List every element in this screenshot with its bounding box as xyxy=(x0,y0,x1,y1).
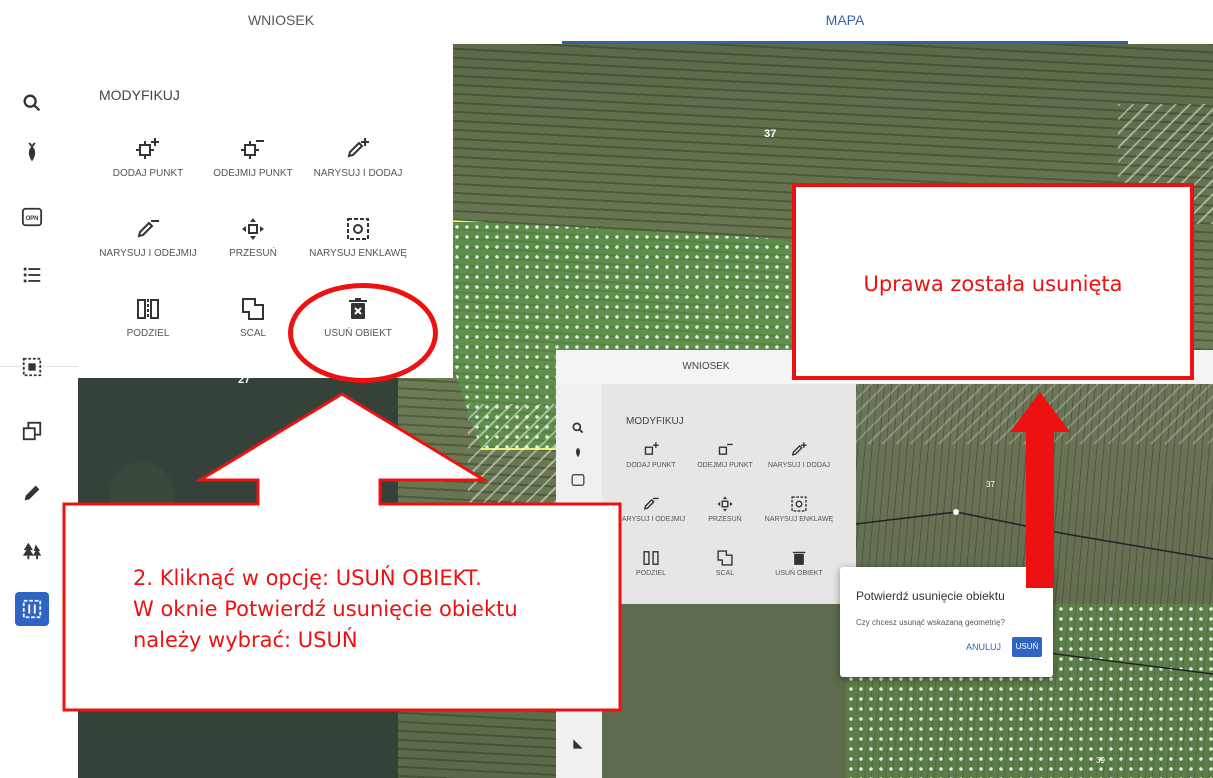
inset-tool: PRZESUŃ xyxy=(690,494,760,524)
pencil-icon[interactable] xyxy=(15,476,49,510)
instruction-callout xyxy=(62,392,622,712)
inset-tool: ODEJMIJ PUNKT xyxy=(690,440,760,470)
confirm-delete-button[interactable]: USUŃ xyxy=(1012,637,1042,657)
result-callout: Uprawa została usunięta xyxy=(792,183,1194,380)
measure-icon[interactable] xyxy=(15,592,49,626)
inset-panel-title: MODYFIKUJ xyxy=(626,416,684,427)
split-button[interactable]: PODZIEL xyxy=(98,294,198,339)
add-point-button[interactable]: DODAJ PUNKT xyxy=(98,134,198,179)
tool-label: NARYSUJ I ODEJMIJ xyxy=(99,248,197,259)
split-icon xyxy=(616,548,686,568)
opn-icon[interactable]: OPN xyxy=(15,200,49,234)
search-icon[interactable] xyxy=(15,86,49,120)
tool-label: NARYSUJ I DODAJ xyxy=(313,168,403,179)
instruction-text: 2. Kliknąć w opcję: USUŃ OBIEKT. W oknie… xyxy=(133,563,603,656)
cancel-button[interactable]: ANULUJ xyxy=(966,642,1001,652)
measure-icon xyxy=(568,734,588,754)
top-tabs: WNIOSEK MAPA xyxy=(0,0,1213,44)
draw-add-icon xyxy=(764,440,834,460)
remove-point-icon xyxy=(690,440,760,460)
split-icon xyxy=(98,294,198,324)
add-point-icon xyxy=(98,134,198,164)
draw-enclave-button[interactable]: NARYSUJ ENKLAWĘ xyxy=(308,214,408,259)
draw-add-button[interactable]: NARYSUJ I DODAJ xyxy=(308,134,408,179)
dialog-text: Czy chcesz usunąć wskazaną geometrię? xyxy=(856,618,1005,627)
draw-subtract-button[interactable]: NARYSUJ I ODEJMIJ xyxy=(98,214,198,259)
parcel-number: 39 xyxy=(1096,756,1105,765)
inset-tool: DODAJ PUNKT xyxy=(616,440,686,470)
instruction-line: W oknie Potwierdź usunięcie obiektu xyxy=(133,597,518,621)
move-button[interactable]: PRZESUŃ xyxy=(203,214,303,259)
result-screenshot: WNIOSEK 37 39 MODYFIKUJ DODAJ PUNKT ODEJ… xyxy=(556,350,1213,778)
tool-label: PODZIEL xyxy=(126,328,170,339)
dialog-title: Potwierdź usunięcie obiektu xyxy=(856,589,1005,603)
merge-icon xyxy=(690,548,760,568)
tool-label: NARYSUJ ENKLAWĘ xyxy=(309,248,407,259)
inset-modify-panel: MODYFIKUJ DODAJ PUNKT ODEJMIJ PUNKT NARY… xyxy=(602,384,856,604)
enclave-icon xyxy=(764,494,834,514)
enclave-icon xyxy=(308,214,408,244)
inset-tool: USUŃ OBIEKT xyxy=(764,548,834,578)
crop-icon[interactable] xyxy=(15,136,49,170)
tab-wniosek[interactable]: WNIOSEK xyxy=(0,0,562,44)
move-icon xyxy=(690,494,760,514)
inset-tool: PODZIEL xyxy=(616,548,686,578)
trees-icon[interactable] xyxy=(15,534,49,568)
instruction-line: należy wybrać: USUŃ xyxy=(133,628,358,652)
move-icon xyxy=(203,214,303,244)
inset-tool: NARYSUJ ENKLAWĘ xyxy=(764,494,834,524)
parcel-number: 37 xyxy=(764,128,777,140)
highlight-ellipse xyxy=(288,283,438,383)
list-icon[interactable] xyxy=(15,258,49,292)
draw-subtract-icon xyxy=(616,494,686,514)
svg-text:OPN: OPN xyxy=(26,216,39,222)
remove-point-icon xyxy=(203,134,303,164)
instruction-line: 2. Kliknąć w opcję: USUŃ OBIEKT. xyxy=(133,566,482,590)
merge-icon xyxy=(203,294,303,324)
parcel-number: 37 xyxy=(986,480,995,489)
result-callout-text: Uprawa została usunięta xyxy=(863,272,1123,296)
inset-tool: NARYSUJ I ODEJMIJ xyxy=(616,494,686,524)
red-up-arrow xyxy=(1010,392,1070,588)
tool-label: PRZESUŃ xyxy=(229,248,277,259)
tool-label: DODAJ PUNKT xyxy=(112,168,184,179)
inset-tool: NARYSUJ I DODAJ xyxy=(764,440,834,470)
draw-add-icon xyxy=(308,134,408,164)
panel-title: MODYFIKUJ xyxy=(99,87,180,103)
remove-point-button[interactable]: ODEJMIJ PUNKT xyxy=(203,134,303,179)
layers-icon[interactable] xyxy=(15,414,49,448)
tool-label: ODEJMIJ PUNKT xyxy=(213,168,293,179)
inset-tool: SCAL xyxy=(690,548,760,578)
draw-subtract-icon xyxy=(98,214,198,244)
select-area-icon[interactable] xyxy=(15,350,49,384)
trash-icon xyxy=(764,548,834,568)
tab-mapa[interactable]: MAPA xyxy=(562,0,1128,44)
add-point-icon xyxy=(616,440,686,460)
